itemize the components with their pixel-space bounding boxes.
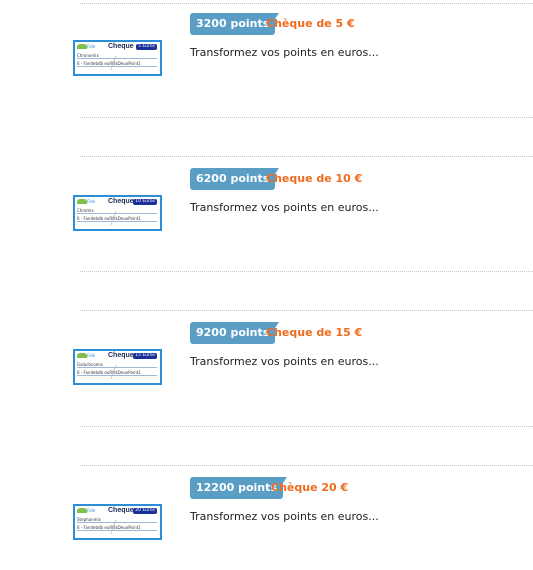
signature-mark xyxy=(110,365,135,379)
offer-description: Transformez vos points en euros... xyxy=(190,201,379,214)
cheque-amount: 5 Euros xyxy=(136,44,157,50)
offer-description: Transformez vos points en euros... xyxy=(190,510,379,523)
signature-mark xyxy=(110,56,135,70)
cheque-header: Cheque xyxy=(108,43,134,50)
offer-description: Transformez vos points en euros... xyxy=(190,355,379,368)
offer-title-link[interactable]: Cheque de 15 € xyxy=(266,322,362,344)
offer-title-link[interactable]: Chèque 20 € xyxy=(271,477,348,499)
logo-icon xyxy=(77,353,87,358)
offer-description: Transformez vos points en euros... xyxy=(190,46,379,59)
logo-icon xyxy=(77,199,87,204)
cheque-thumbnail[interactable]: Fide Cheque 15 Euros Galacticomix 6 - Fa… xyxy=(73,349,162,385)
logo-icon xyxy=(77,44,87,49)
offer-title-link[interactable]: Chèque de 5 € xyxy=(266,13,355,35)
offer-title-link[interactable]: Cheque de 10 € xyxy=(266,168,362,190)
cheque-thumbnail[interactable]: Fide Cheque 5 Euros Chronomix 6 - Fandeb… xyxy=(73,40,162,76)
dotted-separator xyxy=(80,426,533,427)
logo-text: Fide xyxy=(87,508,96,513)
offer-item: Fide Cheque 10 Euros Chromix 6 - Fandebd… xyxy=(0,155,533,265)
logo-text: Fide xyxy=(87,44,96,49)
cheque-header: Cheque xyxy=(108,507,134,514)
cheque-amount: 10 Euros xyxy=(133,199,157,205)
offer-item: Fide Cheque 5 Euros Chronomix 6 - Fandeb… xyxy=(0,0,533,110)
cheque-thumbnail[interactable]: Fide Cheque 20 Euros Stephanmix 6 - Fand… xyxy=(73,504,162,540)
dotted-separator xyxy=(80,117,533,118)
logo-icon xyxy=(77,508,87,513)
cheque-thumbnail[interactable]: Fide Cheque 10 Euros Chromix 6 - Fandebd… xyxy=(73,195,162,231)
cheque-header: Cheque xyxy=(108,352,134,359)
offer-item: Fide Cheque 15 Euros Galacticomix 6 - Fa… xyxy=(0,309,533,419)
cheque-amount: 20 Euros xyxy=(133,508,157,514)
points-badge: 3200 points xyxy=(190,13,280,35)
dotted-separator xyxy=(80,271,533,272)
cheque-amount: 15 Euros xyxy=(133,353,157,359)
points-badge: 12200 points xyxy=(190,477,287,499)
points-badge: 9200 points xyxy=(190,322,280,344)
offer-item: Fide Cheque 20 Euros Stephanmix 6 - Fand… xyxy=(0,464,533,570)
signature-mark xyxy=(110,520,135,534)
cheque-header: Cheque xyxy=(108,198,134,205)
logo-text: Fide xyxy=(87,353,96,358)
signature-mark xyxy=(110,211,135,225)
logo-text: Fide xyxy=(87,199,96,204)
points-badge: 6200 points xyxy=(190,168,280,190)
